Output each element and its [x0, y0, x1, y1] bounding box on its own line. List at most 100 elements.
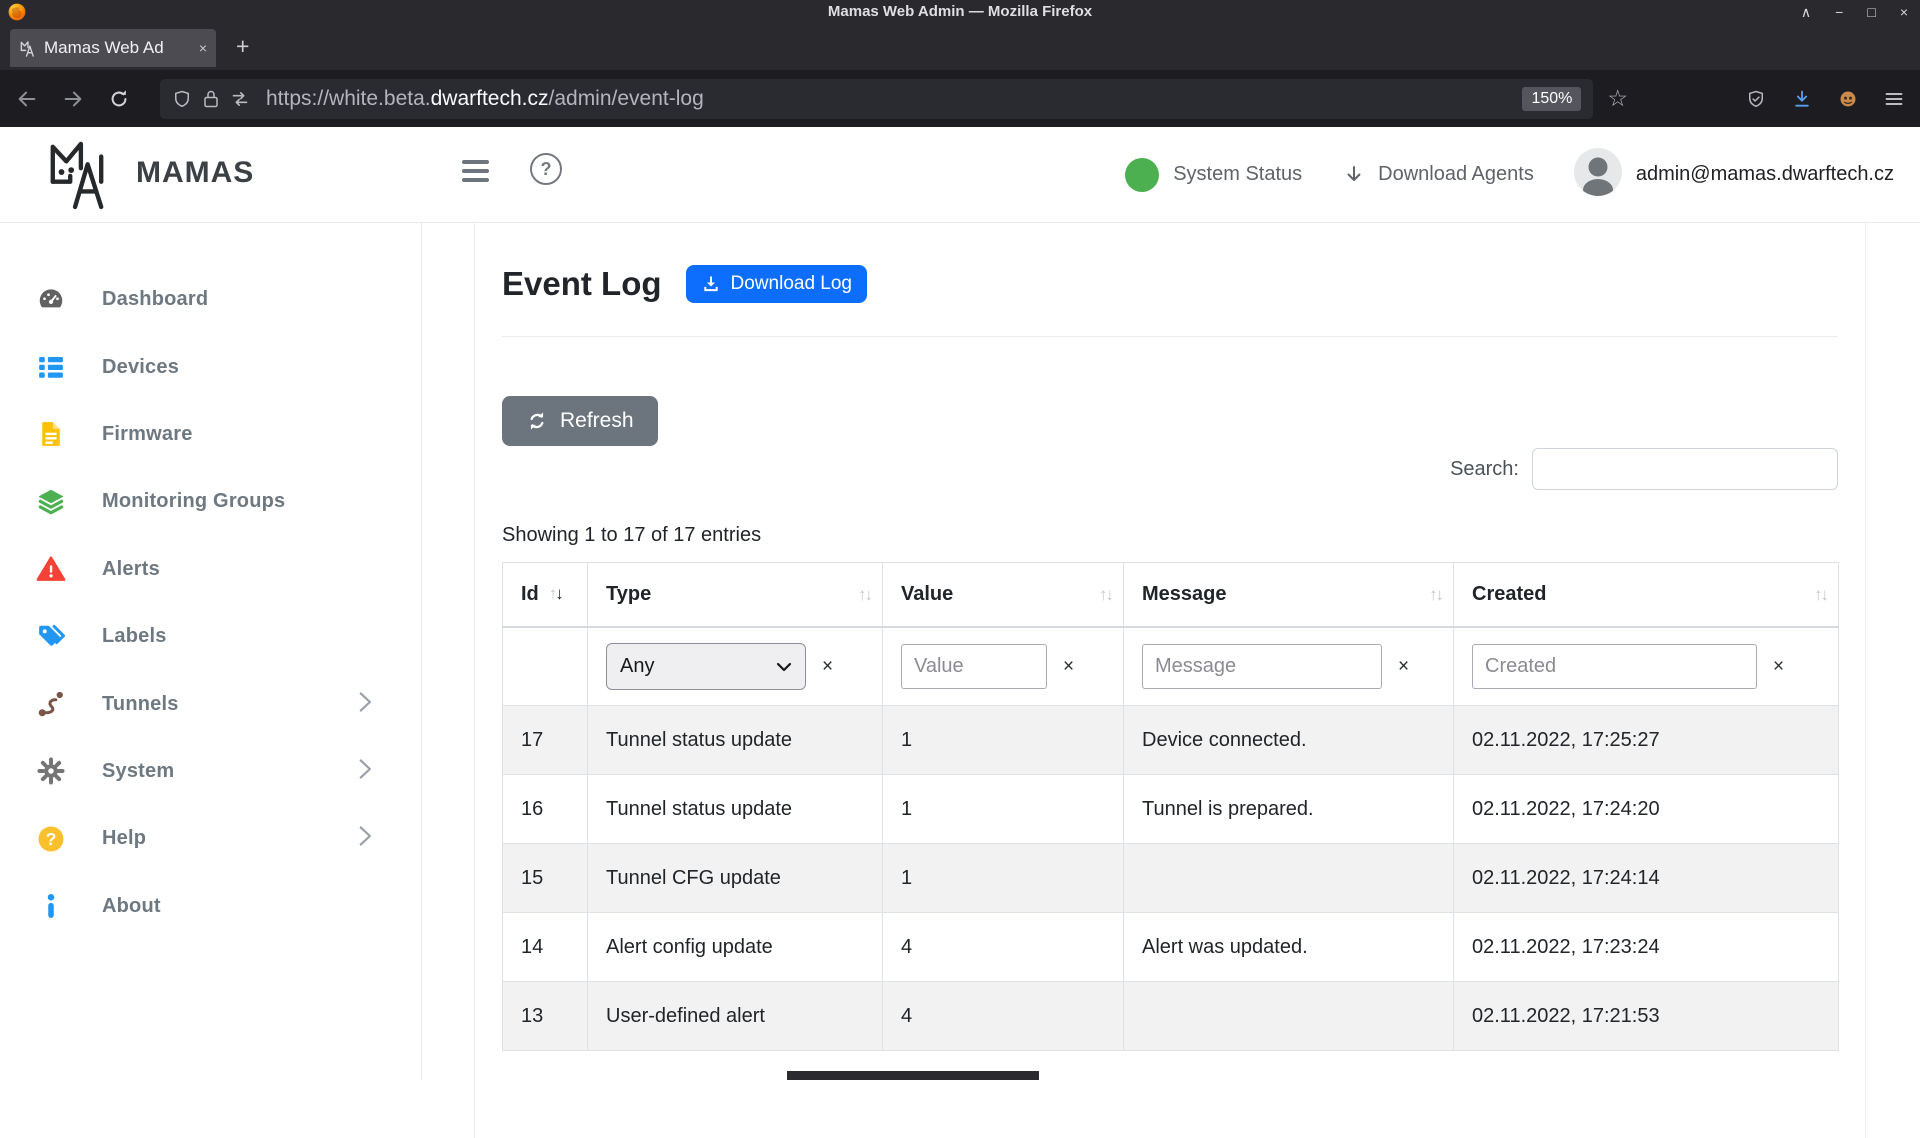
app-menu-button[interactable]: [1884, 90, 1904, 108]
search-input[interactable]: [1532, 448, 1838, 490]
column-header-id[interactable]: Id↑↓: [503, 563, 588, 628]
cell-message: Device connected.: [1124, 706, 1454, 775]
cell-id: 15: [503, 844, 588, 913]
download-icon: [1792, 89, 1812, 109]
protection-shield-button[interactable]: [1746, 89, 1766, 109]
message-filter-input[interactable]: [1142, 644, 1382, 689]
cell-id: 14: [503, 913, 588, 982]
table-row[interactable]: 15 Tunnel CFG update 1 02.11.2022, 17:24…: [503, 844, 1839, 913]
sidebar-item-alerts[interactable]: Alerts: [0, 536, 421, 603]
cell-value: 4: [883, 982, 1124, 1051]
permissions-icon[interactable]: [230, 90, 250, 108]
system-status-label[interactable]: System Status: [1173, 163, 1302, 186]
info-icon: [36, 891, 66, 921]
browser-tab[interactable]: Mamas Web Ad ×: [10, 29, 216, 67]
column-header-type[interactable]: Type↑↓: [588, 563, 883, 628]
event-log-table: Id↑↓ Type↑↓ Value↑↓ Message↑↓ Created↑↓ …: [502, 562, 1839, 1051]
column-header-created[interactable]: Created↑↓: [1454, 563, 1839, 628]
browser-tabbar: Mamas Web Ad × +: [0, 24, 1920, 70]
type-filter-value: Any: [620, 655, 654, 678]
app-header: MAMAS ? System Status Download Agents ad…: [0, 127, 1920, 223]
refresh-button[interactable]: Refresh: [502, 396, 658, 446]
sidebar-item-label: Tunnels: [102, 693, 179, 716]
extension-icon: [1838, 89, 1858, 109]
brand[interactable]: MAMAS: [46, 134, 254, 212]
clear-message-filter-button[interactable]: ×: [1398, 657, 1409, 676]
clear-created-filter-button[interactable]: ×: [1773, 657, 1784, 676]
browser-navbar: https://white.beta.dwarftech.cz/admin/ev…: [0, 70, 1920, 127]
tab-close-icon[interactable]: ×: [199, 40, 207, 56]
sidebar-item-firmware[interactable]: Firmware: [0, 401, 421, 468]
download-icon: [701, 274, 721, 294]
sort-icons[interactable]: ↑↓: [1814, 585, 1826, 605]
cell-type: Alert config update: [588, 913, 883, 982]
sidebar-item-tunnels[interactable]: Tunnels: [0, 670, 421, 737]
table-filter-row: Any × ×: [503, 627, 1839, 706]
cell-message: [1124, 844, 1454, 913]
sort-icons[interactable]: ↑↓: [549, 584, 561, 604]
window-minimize-icon[interactable]: −: [1835, 2, 1843, 22]
bookmark-star-icon[interactable]: ☆: [1607, 85, 1628, 112]
chevron-down-icon: [776, 662, 792, 672]
clear-value-filter-button[interactable]: ×: [1063, 657, 1074, 676]
cell-message: Tunnel is prepared.: [1124, 775, 1454, 844]
help-icon[interactable]: ?: [530, 153, 562, 185]
table-header-row: Id↑↓ Type↑↓ Value↑↓ Message↑↓ Created↑↓: [503, 563, 1839, 628]
table-row[interactable]: 16 Tunnel status update 1 Tunnel is prep…: [503, 775, 1839, 844]
sidebar-item-label: About: [102, 895, 161, 918]
sidebar-item-labels[interactable]: Labels: [0, 603, 421, 670]
shield-icon: [1746, 89, 1766, 109]
sidebar-item-dashboard[interactable]: Dashboard: [0, 266, 421, 333]
cell-created: 02.11.2022, 17:21:53: [1454, 982, 1839, 1051]
table-row[interactable]: 14 Alert config update 4 Alert was updat…: [503, 913, 1839, 982]
zoom-level-badge[interactable]: 150%: [1522, 87, 1581, 111]
avatar[interactable]: [1574, 148, 1622, 201]
system-status-indicator[interactable]: [1125, 158, 1159, 192]
sidebar-toggle-button[interactable]: [462, 160, 489, 187]
table-row[interactable]: 17 Tunnel status update 1 Device connect…: [503, 706, 1839, 775]
cell-type: User-defined alert: [588, 982, 883, 1051]
sidebar-item-help[interactable]: ? Help: [0, 805, 421, 872]
sort-icons[interactable]: ↑↓: [858, 585, 870, 605]
sidebar-item-about[interactable]: About: [0, 873, 421, 940]
sort-icons[interactable]: ↑↓: [1429, 585, 1441, 605]
back-button[interactable]: [16, 88, 38, 110]
chevron-right-icon: [357, 758, 373, 785]
lock-icon[interactable]: [202, 89, 220, 109]
reload-button[interactable]: [108, 88, 130, 110]
window-close-icon[interactable]: ×: [1900, 2, 1908, 22]
url-bar[interactable]: https://white.beta.dwarftech.cz/admin/ev…: [160, 79, 1593, 119]
sort-icons[interactable]: ↑↓: [1099, 585, 1111, 605]
type-filter-select[interactable]: Any: [606, 643, 806, 690]
cell-value: 1: [883, 775, 1124, 844]
sidebar-item-monitoring-groups[interactable]: Monitoring Groups: [0, 468, 421, 535]
value-filter-input[interactable]: [901, 644, 1047, 689]
download-agents-label[interactable]: Download Agents: [1378, 163, 1534, 186]
forward-button[interactable]: [62, 88, 84, 110]
sidebar-item-system[interactable]: System: [0, 738, 421, 805]
download-log-button[interactable]: Download Log: [686, 265, 867, 303]
cell-created: 02.11.2022, 17:23:24: [1454, 913, 1839, 982]
menu-icon: [1884, 90, 1904, 108]
user-email[interactable]: admin@mamas.dwarftech.cz: [1636, 163, 1894, 186]
new-tab-button[interactable]: +: [236, 33, 249, 60]
chevron-right-icon: [357, 691, 373, 718]
reload-icon: [108, 88, 130, 110]
column-header-message[interactable]: Message↑↓: [1124, 563, 1454, 628]
window-maximize-icon[interactable]: □: [1867, 2, 1875, 22]
column-header-value[interactable]: Value↑↓: [883, 563, 1124, 628]
extension-button[interactable]: [1838, 89, 1858, 109]
downloads-button[interactable]: [1792, 89, 1812, 109]
cell-id: 13: [503, 982, 588, 1051]
sidebar-item-devices[interactable]: Devices: [0, 333, 421, 400]
cell-created: 02.11.2022, 17:24:14: [1454, 844, 1839, 913]
window-restore-down-icon[interactable]: ∧: [1801, 2, 1811, 22]
brand-name: MAMAS: [136, 156, 254, 190]
clear-type-filter-button[interactable]: ×: [822, 657, 833, 676]
cell-type: Tunnel status update: [588, 706, 883, 775]
gear-icon: [36, 756, 66, 786]
filter-cell-created: ×: [1454, 627, 1839, 706]
created-filter-input[interactable]: [1472, 644, 1757, 689]
tracking-shield-icon[interactable]: [172, 89, 192, 109]
table-row[interactable]: 13 User-defined alert 4 02.11.2022, 17:2…: [503, 982, 1839, 1051]
